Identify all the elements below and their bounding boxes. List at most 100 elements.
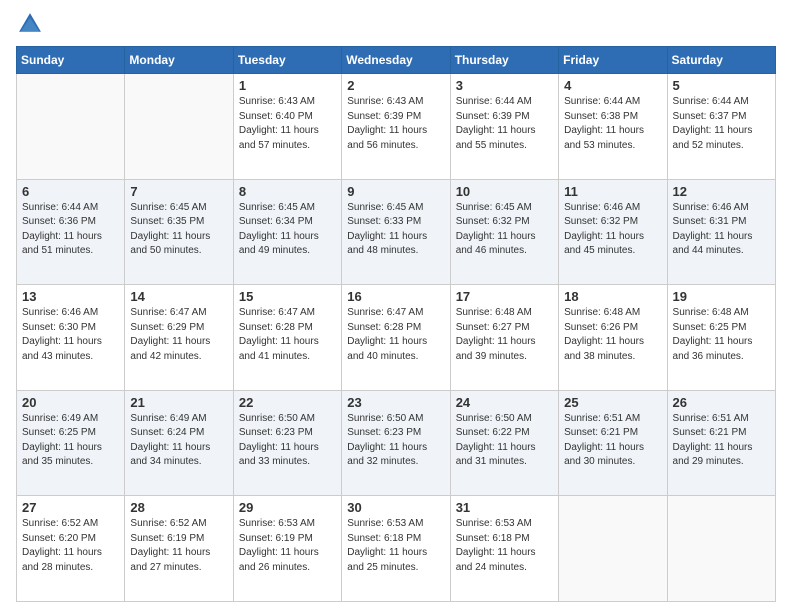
weekday-header-row: SundayMondayTuesdayWednesdayThursdayFrid…	[17, 47, 776, 74]
weekday-header-thursday: Thursday	[450, 47, 558, 74]
calendar-cell: 2 Sunrise: 6:43 AM Sunset: 6:39 PM Daylig…	[342, 74, 450, 180]
weekday-header-saturday: Saturday	[667, 47, 775, 74]
day-number: 11	[564, 184, 661, 199]
day-info: Sunrise: 6:50 AM Sunset: 6:23 PM Dayligh…	[239, 412, 336, 470]
day-number: 8	[239, 184, 336, 199]
week-row-5: 27 Sunrise: 6:52 AM Sunset: 6:20 PM Dayli…	[17, 496, 776, 602]
calendar-cell: 10 Sunrise: 6:45 AM Sunset: 6:32 PM Dayli…	[450, 179, 558, 285]
day-info: Sunrise: 6:45 AM Sunset: 6:35 PM Dayligh…	[130, 201, 227, 259]
day-info: Sunrise: 6:48 AM Sunset: 6:26 PM Dayligh…	[564, 306, 661, 364]
day-info: Sunrise: 6:43 AM Sunset: 6:39 PM Dayligh…	[347, 95, 444, 153]
calendar-cell: 4 Sunrise: 6:44 AM Sunset: 6:38 PM Daylig…	[559, 74, 667, 180]
calendar-cell: 20 Sunrise: 6:49 AM Sunset: 6:25 PM Dayli…	[17, 390, 125, 496]
day-number: 26	[673, 395, 770, 410]
day-info: Sunrise: 6:43 AM Sunset: 6:40 PM Dayligh…	[239, 95, 336, 153]
weekday-header-wednesday: Wednesday	[342, 47, 450, 74]
calendar-cell: 9Sunrise: 6:45 AM Sunset: 6:33 PM Daylig…	[342, 179, 450, 285]
calendar-cell: 21Sunrise: 6:49 AM Sunset: 6:24 PM Dayli…	[125, 390, 233, 496]
day-info: Sunrise: 6:46 AM Sunset: 6:32 PM Dayligh…	[564, 201, 661, 259]
calendar-cell: 31 Sunrise: 6:53 AM Sunset: 6:18 PM Dayli…	[450, 496, 558, 602]
calendar-cell: 8 Sunrise: 6:45 AM Sunset: 6:34 PM Daylig…	[233, 179, 341, 285]
calendar-cell: 13 Sunrise: 6:46 AM Sunset: 6:30 PM Dayli…	[17, 285, 125, 391]
day-number: 30	[347, 500, 444, 515]
calendar-cell: 29 Sunrise: 6:53 AM Sunset: 6:19 PM Dayli…	[233, 496, 341, 602]
calendar-cell: 12 Sunrise: 6:46 AM Sunset: 6:31 PM Dayli…	[667, 179, 775, 285]
day-number: 19	[673, 289, 770, 304]
day-info: Sunrise: 6:48 AM Sunset: 6:27 PM Dayligh…	[456, 306, 553, 364]
calendar-cell: 5Sunrise: 6:44 AM Sunset: 6:37 PM Daylig…	[667, 74, 775, 180]
page: SundayMondayTuesdayWednesdayThursdayFrid…	[0, 0, 792, 612]
calendar-cell: 24Sunrise: 6:50 AM Sunset: 6:22 PM Dayli…	[450, 390, 558, 496]
calendar-cell: 11 Sunrise: 6:46 AM Sunset: 6:32 PM Dayli…	[559, 179, 667, 285]
day-number: 25	[564, 395, 661, 410]
calendar-cell: 1 Sunrise: 6:43 AM Sunset: 6:40 PM Daylig…	[233, 74, 341, 180]
day-number: 22	[239, 395, 336, 410]
day-info: Sunrise: 6:45 AM Sunset: 6:32 PM Dayligh…	[456, 201, 553, 259]
day-number: 12	[673, 184, 770, 199]
day-number: 16	[347, 289, 444, 304]
day-number: 27	[22, 500, 119, 515]
day-info: Sunrise: 6:52 AM Sunset: 6:20 PM Dayligh…	[22, 517, 119, 575]
day-number: 29	[239, 500, 336, 515]
day-number: 13	[22, 289, 119, 304]
weekday-header-sunday: Sunday	[17, 47, 125, 74]
calendar-cell: 7 Sunrise: 6:45 AM Sunset: 6:35 PM Daylig…	[125, 179, 233, 285]
day-number: 4	[564, 78, 661, 93]
calendar-cell: 27 Sunrise: 6:52 AM Sunset: 6:20 PM Dayli…	[17, 496, 125, 602]
day-number: 21	[130, 395, 227, 410]
logo	[16, 10, 48, 38]
day-info: Sunrise: 6:47 AM Sunset: 6:29 PM Dayligh…	[130, 306, 227, 364]
calendar-cell	[125, 74, 233, 180]
logo-icon	[16, 10, 44, 38]
calendar-cell: 26Sunrise: 6:51 AM Sunset: 6:21 PM Dayli…	[667, 390, 775, 496]
day-number: 18	[564, 289, 661, 304]
week-row-4: 20 Sunrise: 6:49 AM Sunset: 6:25 PM Dayli…	[17, 390, 776, 496]
day-number: 31	[456, 500, 553, 515]
day-info: Sunrise: 6:46 AM Sunset: 6:30 PM Dayligh…	[22, 306, 119, 364]
day-info: Sunrise: 6:49 AM Sunset: 6:25 PM Dayligh…	[22, 412, 119, 470]
calendar-cell	[559, 496, 667, 602]
day-number: 17	[456, 289, 553, 304]
calendar-cell: 3 Sunrise: 6:44 AM Sunset: 6:39 PM Daylig…	[450, 74, 558, 180]
day-info: Sunrise: 6:44 AM Sunset: 6:36 PM Dayligh…	[22, 201, 119, 259]
calendar-table: SundayMondayTuesdayWednesdayThursdayFrid…	[16, 46, 776, 602]
day-info: Sunrise: 6:53 AM Sunset: 6:19 PM Dayligh…	[239, 517, 336, 575]
calendar-cell: 18 Sunrise: 6:48 AM Sunset: 6:26 PM Dayli…	[559, 285, 667, 391]
calendar-cell: 16 Sunrise: 6:47 AM Sunset: 6:28 PM Dayli…	[342, 285, 450, 391]
day-info: Sunrise: 6:47 AM Sunset: 6:28 PM Dayligh…	[347, 306, 444, 364]
day-info: Sunrise: 6:47 AM Sunset: 6:28 PM Dayligh…	[239, 306, 336, 364]
weekday-header-tuesday: Tuesday	[233, 47, 341, 74]
day-info: Sunrise: 6:50 AM Sunset: 6:23 PM Dayligh…	[347, 412, 444, 470]
calendar-cell: 14 Sunrise: 6:47 AM Sunset: 6:29 PM Dayli…	[125, 285, 233, 391]
calendar-cell: 25Sunrise: 6:51 AM Sunset: 6:21 PM Dayli…	[559, 390, 667, 496]
calendar-cell: 23 Sunrise: 6:50 AM Sunset: 6:23 PM Dayli…	[342, 390, 450, 496]
day-number: 14	[130, 289, 227, 304]
calendar-cell	[667, 496, 775, 602]
day-info: Sunrise: 6:46 AM Sunset: 6:31 PM Dayligh…	[673, 201, 770, 259]
day-number: 5	[673, 78, 770, 93]
calendar-cell: 15Sunrise: 6:47 AM Sunset: 6:28 PM Dayli…	[233, 285, 341, 391]
day-number: 7	[130, 184, 227, 199]
calendar-cell: 6Sunrise: 6:44 AM Sunset: 6:36 PM Daylig…	[17, 179, 125, 285]
calendar-cell: 17 Sunrise: 6:48 AM Sunset: 6:27 PM Dayli…	[450, 285, 558, 391]
day-info: Sunrise: 6:50 AM Sunset: 6:22 PM Dayligh…	[456, 412, 553, 470]
day-number: 10	[456, 184, 553, 199]
day-info: Sunrise: 6:45 AM Sunset: 6:33 PM Dayligh…	[347, 201, 444, 259]
day-info: Sunrise: 6:45 AM Sunset: 6:34 PM Dayligh…	[239, 201, 336, 259]
day-number: 23	[347, 395, 444, 410]
day-number: 2	[347, 78, 444, 93]
day-number: 3	[456, 78, 553, 93]
week-row-2: 6Sunrise: 6:44 AM Sunset: 6:36 PM Daylig…	[17, 179, 776, 285]
weekday-header-monday: Monday	[125, 47, 233, 74]
day-info: Sunrise: 6:52 AM Sunset: 6:19 PM Dayligh…	[130, 517, 227, 575]
day-info: Sunrise: 6:48 AM Sunset: 6:25 PM Dayligh…	[673, 306, 770, 364]
day-info: Sunrise: 6:53 AM Sunset: 6:18 PM Dayligh…	[456, 517, 553, 575]
day-info: Sunrise: 6:53 AM Sunset: 6:18 PM Dayligh…	[347, 517, 444, 575]
day-info: Sunrise: 6:44 AM Sunset: 6:39 PM Dayligh…	[456, 95, 553, 153]
day-number: 1	[239, 78, 336, 93]
day-number: 20	[22, 395, 119, 410]
week-row-1: 1 Sunrise: 6:43 AM Sunset: 6:40 PM Daylig…	[17, 74, 776, 180]
day-number: 28	[130, 500, 227, 515]
week-row-3: 13 Sunrise: 6:46 AM Sunset: 6:30 PM Dayli…	[17, 285, 776, 391]
day-info: Sunrise: 6:44 AM Sunset: 6:38 PM Dayligh…	[564, 95, 661, 153]
